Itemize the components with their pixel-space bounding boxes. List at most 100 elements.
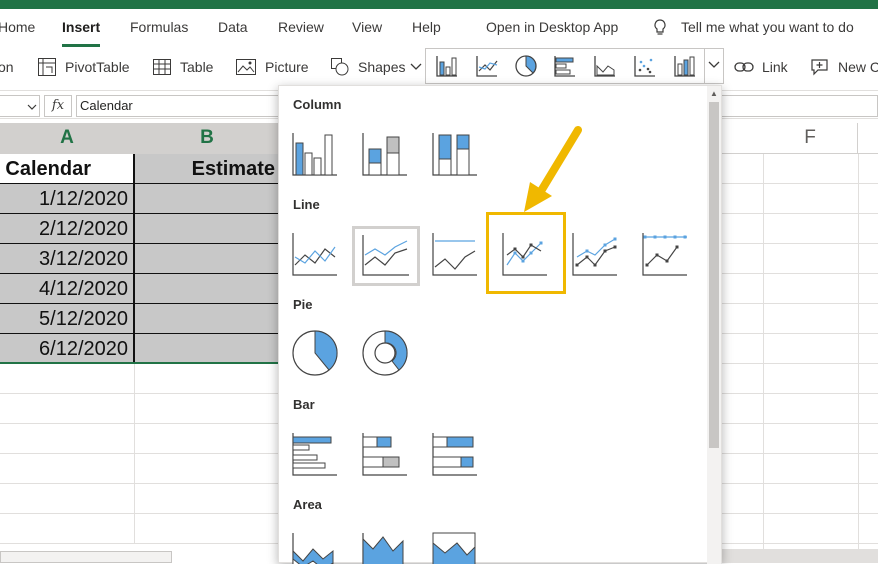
cell[interactable] xyxy=(0,364,135,394)
tab-insert[interactable]: Insert xyxy=(62,19,100,35)
link-icon xyxy=(734,62,754,72)
link-button[interactable]: Link xyxy=(734,56,788,78)
cell-b6[interactable] xyxy=(135,304,280,334)
column-header-a[interactable]: A xyxy=(0,123,135,153)
cell[interactable] xyxy=(0,484,135,514)
name-box[interactable] xyxy=(0,95,40,117)
clustered-bar-icon xyxy=(292,433,337,476)
area-chart-icon xyxy=(292,533,334,564)
tab-view[interactable]: View xyxy=(352,19,382,35)
cell[interactable] xyxy=(135,424,280,454)
cell-b3[interactable] xyxy=(135,214,280,244)
clustered-bar-option[interactable] xyxy=(289,425,353,487)
fx-icon[interactable]: fx xyxy=(44,95,72,117)
bar-chart-icon[interactable] xyxy=(553,54,577,78)
cell-b2[interactable] xyxy=(135,184,280,214)
column-header-g[interactable] xyxy=(858,123,878,153)
line-chart-icon[interactable] xyxy=(475,54,499,78)
100-stacked-bar-icon xyxy=(432,433,477,476)
cell-b4[interactable] xyxy=(135,244,280,274)
cell[interactable] xyxy=(0,394,135,424)
column-chart-icon[interactable] xyxy=(435,54,459,78)
stacked-bar-option[interactable] xyxy=(359,425,423,487)
cell-b5[interactable] xyxy=(135,274,280,304)
pivottable-button[interactable]: PivotTable xyxy=(37,56,130,78)
cell[interactable] xyxy=(135,514,280,544)
cell[interactable] xyxy=(135,364,280,394)
table-button[interactable]: Table xyxy=(152,56,213,78)
tab-home[interactable]: Home xyxy=(0,19,35,35)
tab-data[interactable]: Data xyxy=(218,19,248,35)
other-chart-icon[interactable] xyxy=(673,54,697,78)
scatter-chart-icon[interactable] xyxy=(633,54,657,78)
cell-a1[interactable]: Calendar xyxy=(0,154,135,184)
pivottable-label: PivotTable xyxy=(65,59,130,75)
sheet-tab-scroll[interactable] xyxy=(0,551,172,563)
section-label-pie: Pie xyxy=(293,297,313,312)
selection-border xyxy=(0,362,280,364)
100-stacked-area-option[interactable] xyxy=(429,525,493,564)
tab-help[interactable]: Help xyxy=(412,19,441,35)
stacked-bar-icon xyxy=(362,433,407,476)
new-comment-label: New C xyxy=(838,59,878,75)
100-stacked-line-markers-option[interactable] xyxy=(639,225,703,287)
stacked-line-markers-icon xyxy=(572,233,617,276)
column-header-e[interactable] xyxy=(722,123,763,153)
doughnut-option[interactable] xyxy=(359,325,423,387)
100-stacked-bar-option[interactable] xyxy=(429,425,493,487)
cell-b7[interactable] xyxy=(135,334,280,364)
area-chart-icon[interactable] xyxy=(593,54,617,78)
cell-a5[interactable]: 4/12/2020 xyxy=(0,274,135,304)
ribbon-tabs: Home Insert Formulas Data Review View He… xyxy=(0,9,878,47)
stacked-area-option[interactable] xyxy=(359,525,423,564)
scrollbar-thumb[interactable] xyxy=(709,102,719,448)
stacked-column-icon xyxy=(362,133,407,176)
shapes-button[interactable]: Shapes xyxy=(330,56,422,78)
cell[interactable] xyxy=(0,514,135,544)
cell-a3[interactable]: 2/12/2020 xyxy=(0,214,135,244)
chevron-down-icon xyxy=(411,63,422,70)
scroll-up-icon[interactable]: ▲ xyxy=(710,89,718,98)
table-icon xyxy=(153,59,171,75)
cell[interactable] xyxy=(135,454,280,484)
cell-a7[interactable]: 6/12/2020 xyxy=(0,334,135,364)
chevron-down-icon xyxy=(27,104,37,110)
100-stacked-line-markers-icon xyxy=(642,233,687,276)
section-label-bar: Bar xyxy=(293,397,315,412)
tab-formulas[interactable]: Formulas xyxy=(130,19,188,35)
chart-type-dropdown: Column Line Pie Bar Area ▲ xyxy=(278,85,722,564)
table-label: Table xyxy=(180,59,214,75)
cell-a6[interactable]: 5/12/2020 xyxy=(0,304,135,334)
cell-a4[interactable]: 3/12/2020 xyxy=(0,244,135,274)
ribbon-item-partial[interactable]: on xyxy=(0,56,14,78)
100-stacked-line-option[interactable] xyxy=(429,225,493,287)
cell-b1[interactable]: Estimate xyxy=(135,154,280,184)
gallery-divider xyxy=(704,49,705,83)
clustered-column-option[interactable] xyxy=(289,125,353,187)
column-header-f[interactable]: F xyxy=(763,123,858,153)
line-option[interactable] xyxy=(289,225,353,287)
cell[interactable] xyxy=(0,454,135,484)
cell[interactable] xyxy=(0,424,135,454)
ribbon-partial-label: on xyxy=(0,59,14,75)
stacked-line-option[interactable] xyxy=(352,226,420,286)
pie-option[interactable] xyxy=(289,325,353,387)
new-comment-button[interactable]: New C xyxy=(810,56,878,78)
pie-chart-icon[interactable] xyxy=(514,54,538,78)
column-header-b[interactable]: B xyxy=(135,123,280,153)
cell-a2[interactable]: 1/12/2020 xyxy=(0,184,135,214)
cell[interactable] xyxy=(135,394,280,424)
stacked-line-markers-option[interactable] xyxy=(569,225,633,287)
picture-button[interactable]: Picture xyxy=(235,56,309,78)
100-stacked-column-option[interactable] xyxy=(429,125,493,187)
new-comment-icon xyxy=(811,59,828,76)
area-option[interactable] xyxy=(289,525,353,564)
dropdown-scrollbar[interactable]: ▲ xyxy=(707,86,721,564)
tell-me-search[interactable]: Tell me what you want to do xyxy=(681,19,854,35)
horizontal-scrollbar[interactable] xyxy=(720,549,878,563)
cell[interactable] xyxy=(135,484,280,514)
chevron-down-icon[interactable] xyxy=(708,61,720,69)
stacked-column-option[interactable] xyxy=(359,125,423,187)
tab-review[interactable]: Review xyxy=(278,19,324,35)
open-desktop-app-button[interactable]: Open in Desktop App xyxy=(486,19,618,35)
